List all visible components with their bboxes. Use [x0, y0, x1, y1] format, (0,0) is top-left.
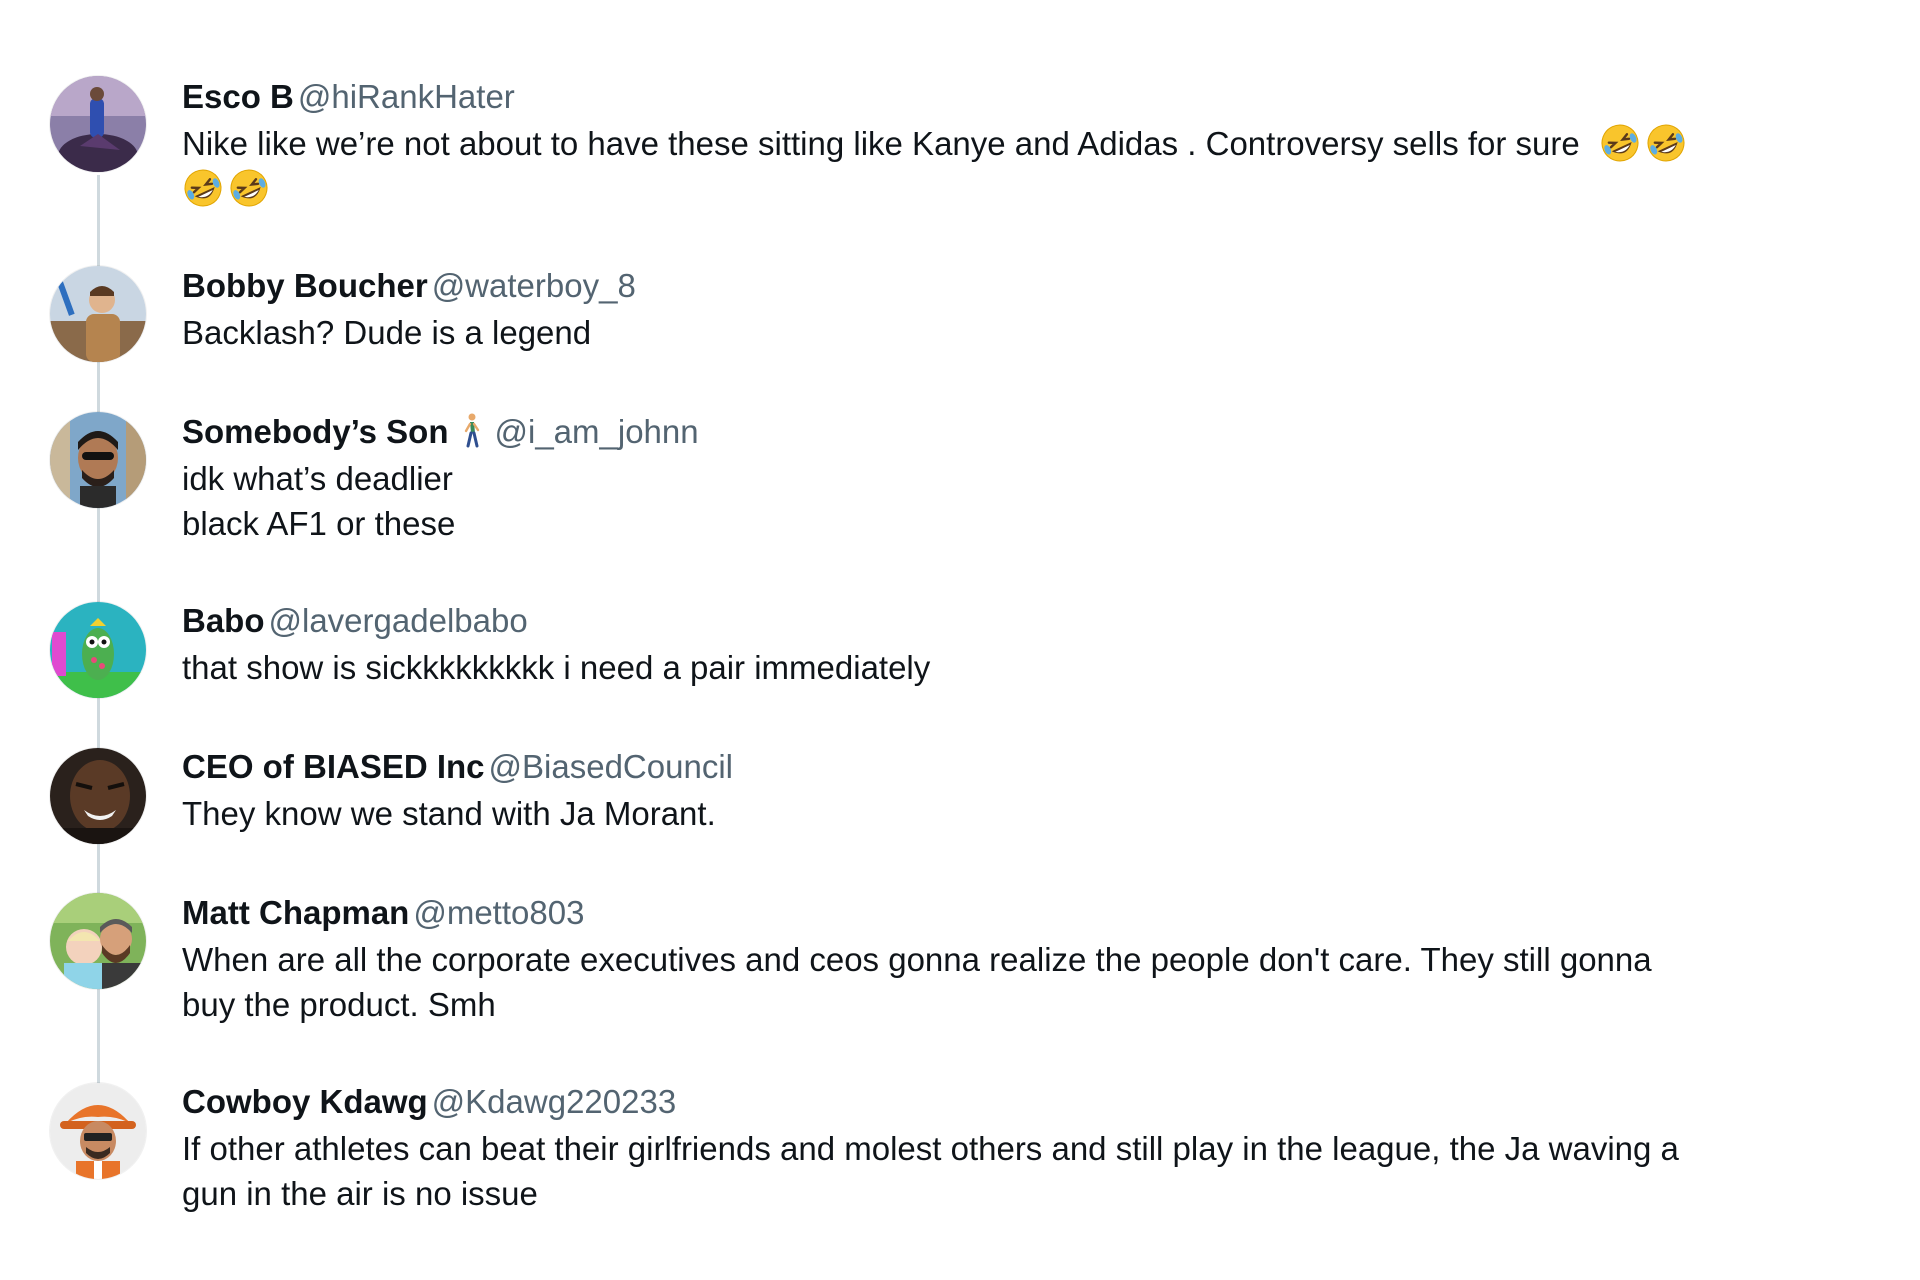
- user-handle[interactable]: @hiRankHater: [298, 78, 515, 115]
- user-handle[interactable]: @BiasedCouncil: [489, 748, 733, 785]
- reply-header: Cowboy Kdawg @Kdawg220233: [182, 1082, 1782, 1122]
- rolling-on-floor-laughing-icon: [230, 169, 268, 207]
- display-name[interactable]: Matt Chapman: [182, 894, 409, 931]
- avatar[interactable]: [50, 412, 146, 508]
- reply-text-content: Backlash? Dude is a legend: [182, 314, 592, 351]
- reply-text-content: They know we stand with Ja Morant.: [182, 795, 716, 832]
- avatar[interactable]: [50, 1083, 146, 1179]
- display-name[interactable]: Esco B: [182, 78, 294, 115]
- reply-text: When are all the corporate executives an…: [182, 937, 1762, 1027]
- reply-text-line: When are all the corporate executives an…: [182, 941, 1652, 978]
- reply-text-line: idk what’s deadlier: [182, 460, 453, 497]
- avatar[interactable]: [50, 602, 146, 698]
- avatar[interactable]: [50, 893, 146, 989]
- rolling-on-floor-laughing-icon: [184, 169, 222, 207]
- user-handle[interactable]: @metto803: [413, 894, 584, 931]
- display-name[interactable]: Bobby Boucher: [182, 267, 428, 304]
- user-handle[interactable]: @i_am_johnn: [494, 413, 698, 450]
- avatar[interactable]: [50, 748, 146, 844]
- reply-text-content: that show is sickkkkkkkkk i need a pair …: [182, 649, 931, 686]
- reply-text: idk what’s deadlier black AF1 or these: [182, 456, 1762, 546]
- reply-text: They know we stand with Ja Morant.: [182, 791, 1762, 836]
- user-handle[interactable]: @waterboy_8: [432, 267, 636, 304]
- user-handle[interactable]: @lavergadelbabo: [269, 602, 528, 639]
- reply-text-line: gun in the air is no issue: [182, 1175, 538, 1212]
- reply-header: Esco B @hiRankHater: [182, 77, 1782, 117]
- reply-header: Matt Chapman @metto803: [182, 893, 1782, 933]
- display-name[interactable]: CEO of BIASED Inc: [182, 748, 485, 785]
- display-name[interactable]: Babo: [182, 602, 265, 639]
- reply-header: CEO of BIASED Inc @BiasedCouncil: [182, 747, 1782, 787]
- rolling-on-floor-laughing-icon: [1647, 124, 1685, 162]
- reply-text: Nike like we’re not about to have these …: [182, 121, 1762, 211]
- reply-text-line: black AF1 or these: [182, 505, 456, 542]
- reply-header: Babo @lavergadelbabo: [182, 601, 1782, 641]
- reply-text: Backlash? Dude is a legend: [182, 310, 1762, 355]
- person-walking-icon: [465, 413, 480, 448]
- reply-text-line: buy the product. Smh: [182, 986, 496, 1023]
- display-name[interactable]: Cowboy Kdawg: [182, 1083, 428, 1120]
- rolling-on-floor-laughing-icon: [1601, 124, 1639, 162]
- avatar[interactable]: [50, 76, 146, 172]
- reply-header: Bobby Boucher @waterboy_8: [182, 266, 1782, 306]
- reply-text-content: Nike like we’re not about to have these …: [182, 125, 1580, 162]
- reply-text: If other athletes can beat their girlfri…: [182, 1126, 1762, 1216]
- reply-text-line: If other athletes can beat their girlfri…: [182, 1130, 1679, 1167]
- display-name[interactable]: Somebody’s Son: [182, 413, 448, 450]
- user-handle[interactable]: @Kdawg220233: [432, 1083, 677, 1120]
- avatar[interactable]: [50, 266, 146, 362]
- reply-thread: Esco B @hiRankHater Nike like we’re not a…: [0, 0, 1920, 1280]
- reply-header: Somebody’s Son @i_am_johnn: [182, 412, 1782, 452]
- reply-text: that show is sickkkkkkkkk i need a pair …: [182, 645, 1762, 690]
